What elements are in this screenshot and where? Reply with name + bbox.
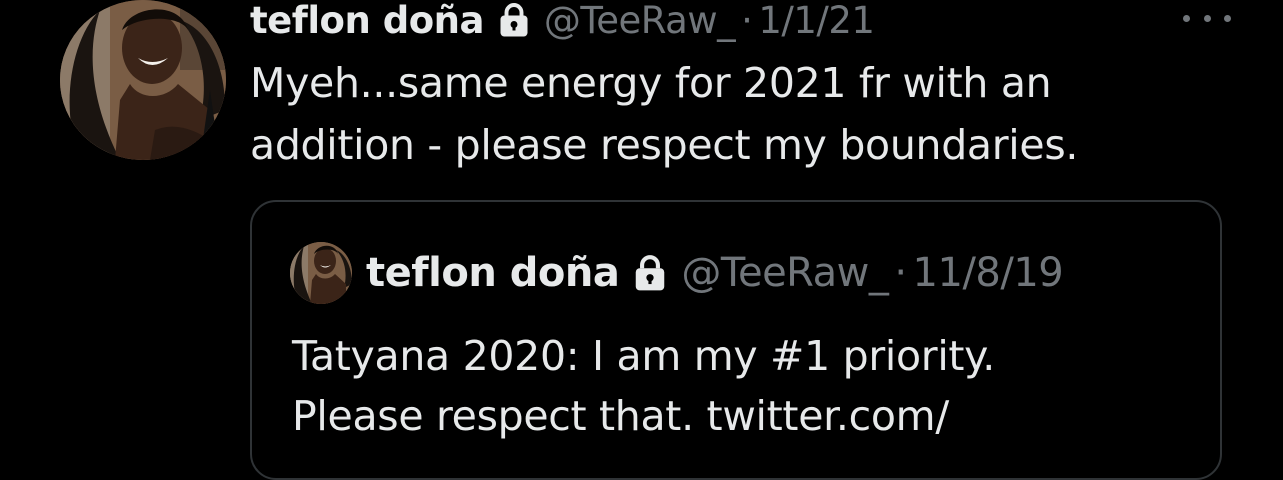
tweet-text-line: addition - please respect my boundaries.: [250, 121, 1079, 169]
handle[interactable]: @TeeRaw_: [544, 0, 736, 42]
quoted-tweet-text-line: Tatyana 2020: I am my #1 priority.: [292, 332, 996, 380]
tweet-text-line: Myeh...same energy for 2021 fr with an: [250, 59, 1052, 107]
more-horizontal-icon: [1183, 14, 1190, 22]
quoted-tweet-text-line: Please respect that. twitter.com/: [292, 392, 949, 440]
separator: ·: [894, 250, 907, 296]
quoted-handle[interactable]: @TeeRaw_: [681, 250, 889, 296]
avatar[interactable]: [60, 0, 226, 160]
more-options-button[interactable]: [1183, 6, 1231, 30]
quoted-tweet-card[interactable]: teflon doña @TeeRaw_ · 11/8/19 Tatyana 2…: [250, 200, 1222, 480]
quoted-avatar[interactable]: [290, 242, 352, 304]
quoted-display-name[interactable]: teflon doña: [366, 250, 620, 296]
profile-photo: [290, 242, 352, 304]
timestamp[interactable]: 1/1/21: [758, 0, 875, 42]
profile-photo: [60, 0, 226, 160]
lock-icon: [496, 2, 532, 38]
lock-icon: [631, 254, 669, 292]
quoted-tweet-header: teflon doña @TeeRaw_ · 11/8/19: [366, 250, 1064, 296]
display-name[interactable]: teflon doña: [250, 0, 484, 42]
quoted-tweet-text: Tatyana 2020: I am my #1 priority. Pleas…: [292, 326, 1192, 446]
quoted-timestamp[interactable]: 11/8/19: [913, 250, 1064, 296]
tweet-header: teflon doña @TeeRaw_ · 1/1/21: [250, 0, 875, 42]
tweet-text: Myeh...same energy for 2021 fr with an a…: [250, 52, 1210, 176]
separator: ·: [741, 0, 753, 42]
